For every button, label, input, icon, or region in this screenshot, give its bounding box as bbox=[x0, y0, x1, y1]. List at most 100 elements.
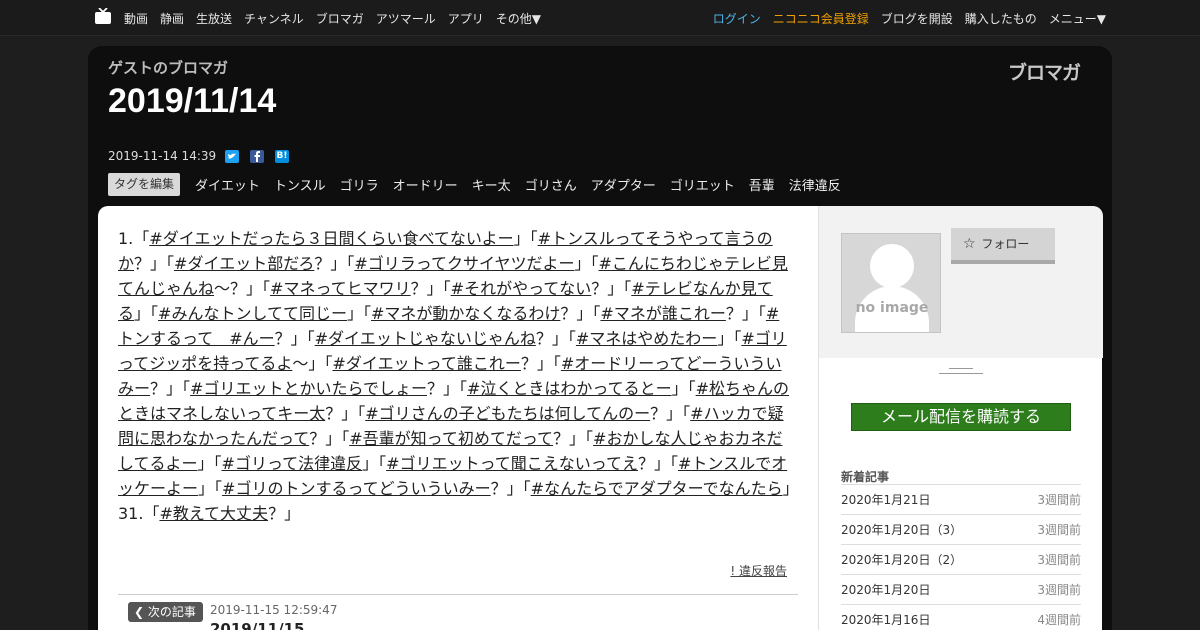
article-text: 〜？」「 bbox=[214, 279, 271, 298]
article-text: 」「 bbox=[574, 254, 599, 273]
tag-list: ダイエット トンスル ゴリラ オードリー キー太 ゴリさん アダプター ゴリエット 吾輩 法律違反 bbox=[188, 175, 848, 194]
hashtag-link[interactable]: #マネってヒマワリ bbox=[270, 279, 411, 298]
article-text: ？」「 bbox=[637, 454, 678, 473]
tag-link[interactable]: ダイエット bbox=[195, 175, 260, 194]
hashtag-link[interactable]: #吾輩が知って初めてだって bbox=[349, 429, 553, 448]
article-text: ？」「 bbox=[410, 279, 451, 298]
next-article-button[interactable]: ❮ 次の記事 bbox=[128, 602, 203, 622]
recent-article-title[interactable]: 2020年1月21日 bbox=[841, 491, 930, 508]
hashtag-link[interactable]: #ゴリさんの子どもたちは何してんのー bbox=[365, 404, 650, 423]
article-text: ？」「 bbox=[535, 329, 576, 348]
tag-link[interactable]: 法律違反 bbox=[789, 175, 841, 194]
article-text: ？」 bbox=[268, 504, 301, 523]
hashtag-link[interactable]: #ゴリラってクサイヤツだよー bbox=[354, 254, 574, 273]
tag-link[interactable]: ゴリエット bbox=[670, 175, 735, 194]
avatar-placeholder-text: no image bbox=[855, 300, 929, 316]
article-text: 」「 bbox=[513, 229, 538, 248]
chevron-left-icon: ❮ bbox=[134, 605, 145, 619]
article-text: ？」「 bbox=[520, 354, 561, 373]
recent-article-item[interactable]: 2020年1月21日 3週間前 bbox=[841, 484, 1081, 514]
follow-label: フォロー bbox=[981, 237, 1030, 251]
hashtag-link[interactable]: #泣くときはわかってるとー bbox=[467, 379, 672, 398]
article-text: 」「 bbox=[346, 304, 371, 323]
report-link[interactable]: ! 違反報告 bbox=[730, 562, 787, 579]
subscribe-email-button[interactable]: メール配信を購読する bbox=[851, 403, 1071, 431]
tag-link[interactable]: オードリー bbox=[393, 175, 458, 194]
follow-button[interactable]: ☆ フォロー bbox=[951, 228, 1055, 264]
article-text: 」「 bbox=[717, 329, 742, 348]
article-text: ？」「 bbox=[560, 304, 601, 323]
article-text: ？」「 bbox=[591, 279, 632, 298]
article-text: ？」「 bbox=[314, 254, 355, 273]
hashtag-link[interactable]: #ダイエットって誰これー bbox=[332, 354, 520, 373]
expand-handle-icon[interactable] bbox=[939, 364, 983, 374]
niconico-tv-icon[interactable] bbox=[94, 8, 112, 25]
article-text: ？」「 bbox=[725, 304, 766, 323]
nav-link[interactable]: ブロマガ bbox=[316, 10, 364, 27]
nav-link[interactable]: アプリ bbox=[448, 10, 484, 27]
hatena-bookmark-icon[interactable]: B! bbox=[275, 150, 289, 163]
hashtag-link[interactable]: #マネが誰これー bbox=[600, 304, 725, 323]
profile-box: no image ☆ フォロー bbox=[819, 206, 1103, 358]
login-link[interactable]: ログイン bbox=[713, 10, 761, 27]
hashtag-link[interactable]: #ゴリのトンするってどういういみー bbox=[222, 479, 491, 498]
facebook-share-icon[interactable] bbox=[250, 150, 264, 163]
recent-article-item[interactable]: 2020年1月16日 4週間前 bbox=[841, 604, 1081, 630]
star-icon: ☆ bbox=[963, 236, 976, 252]
article-text: 」「 bbox=[134, 304, 159, 323]
recent-article-item[interactable]: 2020年1月20日（3） 3週間前 bbox=[841, 514, 1081, 544]
tag-link[interactable]: ゴリさん bbox=[525, 175, 577, 194]
hashtag-link[interactable]: #ゴリエットって聞こえないってえ bbox=[386, 454, 638, 473]
tag-link[interactable]: キー太 bbox=[472, 175, 511, 194]
blog-name[interactable]: ゲストのブロマガ bbox=[108, 57, 228, 78]
hashtag-link[interactable]: #ダイエットじゃないじゃんね bbox=[315, 329, 536, 348]
user-nav: ログイン ニコニコ会員登録 ブログを開設 購入したもの メニュー▼ bbox=[701, 0, 1106, 36]
article-text: 」「 bbox=[671, 379, 696, 398]
nav-link[interactable]: チャンネル bbox=[244, 10, 304, 27]
nav-link[interactable]: アツマール bbox=[376, 10, 436, 27]
article-text: ？」「 bbox=[490, 479, 531, 498]
open-blog-link[interactable]: ブログを開設 bbox=[881, 10, 953, 27]
tag-link[interactable]: トンスル bbox=[274, 175, 326, 194]
article-text: 1.「 bbox=[118, 229, 150, 248]
hashtag-link[interactable]: #なんたらでアダプターでなんたら bbox=[531, 479, 783, 498]
recent-article-title[interactable]: 2020年1月16日 bbox=[841, 611, 930, 628]
divider bbox=[118, 594, 798, 595]
next-article-title[interactable]: 2019/11/15 bbox=[210, 620, 304, 630]
tag-bar: タグを編集 ダイエット トンスル ゴリラ オードリー キー太 ゴリさん アダプター ゴリエット… bbox=[108, 172, 848, 196]
recent-article-title[interactable]: 2020年1月20日 bbox=[841, 581, 930, 598]
hashtag-link[interactable]: #ダイエットだったら３日間くらい食べてないよー bbox=[149, 229, 513, 248]
hashtag-link[interactable]: #マネが動かなくなるわけ bbox=[371, 304, 560, 323]
hashtag-link[interactable]: #ダイエット部だろ bbox=[174, 254, 314, 273]
bromaga-logo[interactable]: ブロマガ bbox=[1008, 58, 1081, 85]
recent-article-item[interactable]: 2020年1月20日（2） 3週間前 bbox=[841, 544, 1081, 574]
recent-article-title[interactable]: 2020年1月20日（2） bbox=[841, 551, 962, 568]
tag-link[interactable]: ゴリラ bbox=[340, 175, 379, 194]
purchased-link[interactable]: 購入したもの bbox=[965, 10, 1037, 27]
hashtag-link[interactable]: #マネはやめたわー bbox=[576, 329, 717, 348]
recent-article-age: 3週間前 bbox=[1037, 553, 1081, 567]
article-text: 〜」「 bbox=[292, 354, 333, 373]
edit-tags-button[interactable]: タグを編集 bbox=[108, 172, 181, 196]
menu-dropdown[interactable]: メニュー▼ bbox=[1049, 10, 1106, 27]
recent-article-item[interactable]: 2020年1月20日 3週間前 bbox=[841, 574, 1081, 604]
article-text: ？」「 bbox=[309, 429, 350, 448]
hashtag-link[interactable]: #みんなトンしてて同じー bbox=[158, 304, 347, 323]
register-link[interactable]: ニコニコ会員登録 bbox=[773, 10, 869, 27]
recent-articles-list: 2020年1月21日 3週間前 2020年1月20日（3） 3週間前 2020年1月20… bbox=[841, 484, 1081, 630]
recent-articles-heading: 新着記事 bbox=[841, 470, 890, 484]
hashtag-link[interactable]: #ゴリエットとかいたらでしょー bbox=[190, 379, 427, 398]
nav-link[interactable]: 生放送 bbox=[196, 10, 232, 27]
twitter-share-icon[interactable] bbox=[225, 150, 239, 163]
tag-link[interactable]: アダプター bbox=[591, 175, 656, 194]
hashtag-link[interactable]: #ゴリって法律違反 bbox=[222, 454, 363, 473]
nav-link[interactable]: 動画 bbox=[124, 10, 148, 27]
hashtag-link[interactable]: #それがやってない bbox=[451, 279, 592, 298]
article-text: ？」「 bbox=[426, 379, 467, 398]
nav-link[interactable]: 静画 bbox=[160, 10, 184, 27]
hashtag-link[interactable]: #教えて大丈夫 bbox=[159, 504, 268, 523]
nav-link[interactable]: その他▼ bbox=[496, 10, 541, 27]
tag-link[interactable]: 吾輩 bbox=[749, 175, 775, 194]
avatar[interactable]: no image bbox=[841, 233, 941, 333]
recent-article-title[interactable]: 2020年1月20日（3） bbox=[841, 521, 962, 538]
